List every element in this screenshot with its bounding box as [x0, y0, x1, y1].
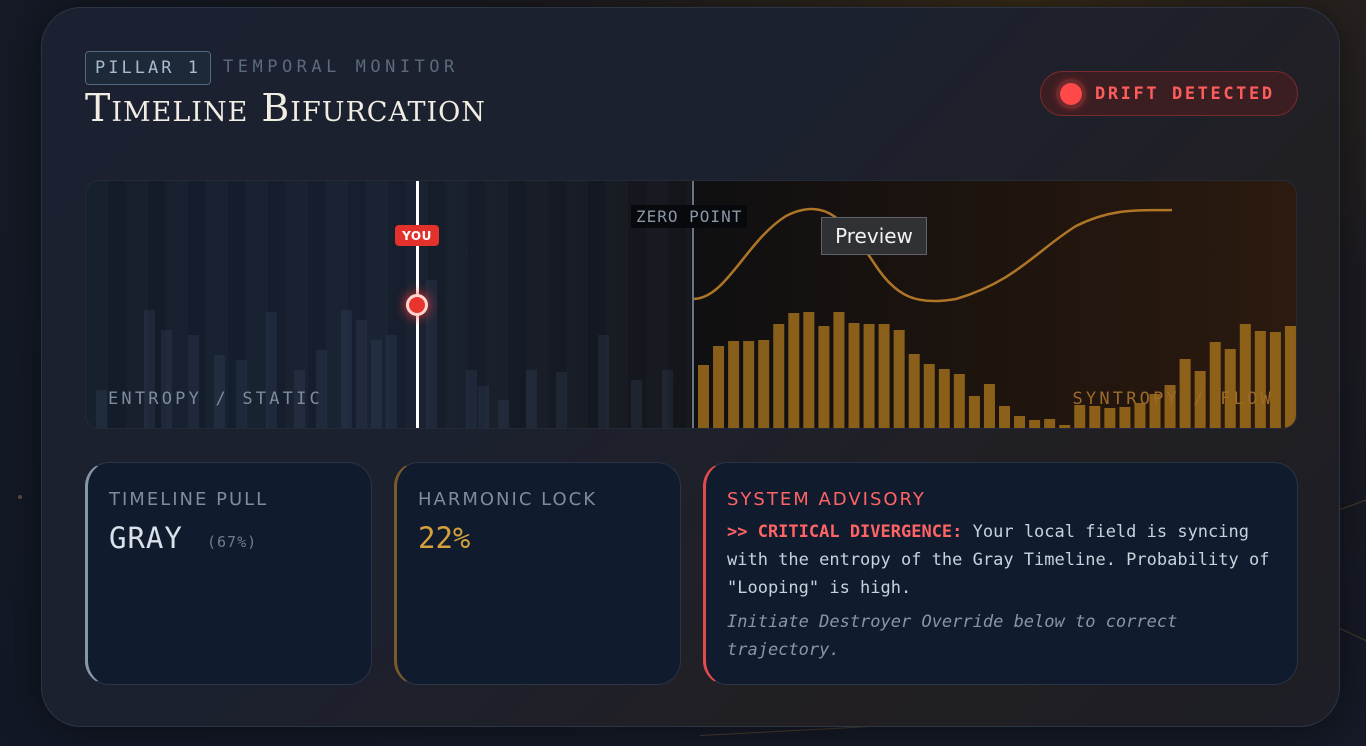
system-advisory-panel: SYSTEM ADVISORY >> CRITICAL DIVERGENCE: …: [703, 462, 1298, 685]
background-star: [18, 495, 22, 499]
timeline-pull-panel: TIMELINE PULL GRAY (67%): [85, 462, 372, 685]
entropy-bar: [526, 370, 537, 428]
timeline-pull-percent: (67%): [207, 533, 258, 551]
entropy-bar: [188, 335, 199, 428]
timeline-pull-value: GRAY: [109, 521, 183, 555]
entropy-bar: [631, 380, 642, 428]
syntropy-bar: [1119, 407, 1131, 428]
advisory-note: Initiate Destroyer Override below to cor…: [727, 612, 1178, 660]
drift-detected-button[interactable]: DRIFT DETECTED: [1040, 71, 1298, 116]
syntropy-bar: [788, 313, 800, 428]
syntropy-bar: [938, 369, 950, 428]
syntropy-bar: [818, 326, 830, 428]
entropy-bar: [598, 335, 609, 428]
page-title: Timeline Bifurcation: [85, 86, 486, 130]
drift-detected-label: DRIFT DETECTED: [1095, 83, 1275, 104]
syntropy-bar: [1254, 331, 1266, 428]
entropy-bar: [144, 310, 155, 428]
syntropy-bar: [1209, 342, 1221, 428]
syntropy-bar: [1029, 420, 1041, 428]
syntropy-bar: [713, 346, 725, 428]
alert-indicator-icon: [1060, 82, 1082, 105]
syntropy-label: SYNTROPY / FLOW: [1072, 389, 1274, 409]
harmonic-lock-value: 22%: [418, 521, 471, 555]
syntropy-bar: [758, 340, 770, 428]
zero-point-label: ZERO POINT: [631, 205, 748, 228]
syntropy-bar: [1014, 416, 1026, 428]
syntropy-bar: [1059, 425, 1071, 428]
syntropy-bar: [803, 312, 815, 428]
entropy-bar: [498, 400, 509, 428]
harmonic-lock-title: HARMONIC LOCK: [418, 489, 598, 510]
entropy-bar: [96, 390, 107, 428]
syntropy-bar: [728, 341, 740, 428]
syntropy-bar: [1044, 419, 1056, 428]
syntropy-bar: [999, 406, 1010, 428]
entropy-bar: [266, 312, 277, 428]
entropy-bar: [466, 370, 477, 428]
syntropy-bar: [893, 330, 905, 428]
syntropy-bar: [698, 365, 709, 428]
you-marker-handle[interactable]: [406, 294, 428, 316]
syntropy-bar: [1239, 324, 1251, 428]
syntropy-bar: [1269, 332, 1281, 428]
critical-divergence-label: >> CRITICAL DIVERGENCE:: [727, 522, 963, 542]
entropy-bar: [371, 340, 382, 428]
entropy-label: ENTROPY / STATIC: [108, 389, 323, 409]
entropy-bar: [161, 330, 172, 428]
monitor-label: TEMPORAL MONITOR: [223, 57, 459, 77]
syntropy-bar: [908, 354, 920, 428]
preview-tooltip: Preview: [821, 217, 927, 255]
pillar-tag: PILLAR 1: [85, 51, 211, 85]
syntropy-bar: [983, 384, 995, 428]
syntropy-bar: [848, 323, 860, 428]
syntropy-bar: [968, 396, 980, 428]
entropy-bar: [478, 386, 489, 428]
syntropy-bar: [953, 374, 965, 428]
timeline-visualizer[interactable]: ZERO POINT YOU ENTROPY / STATIC SYNTROPY…: [85, 180, 1297, 429]
syntropy-bar: [923, 364, 935, 428]
entropy-bar: [356, 320, 367, 428]
entropy-bar: [386, 335, 397, 428]
syntropy-bar: [1089, 406, 1101, 428]
syntropy-bar: [878, 324, 890, 428]
timeline-pull-title: TIMELINE PULL: [109, 489, 269, 510]
system-advisory-title: SYSTEM ADVISORY: [727, 489, 926, 510]
harmonic-lock-panel: HARMONIC LOCK 22%: [394, 462, 681, 685]
you-badge: YOU: [395, 225, 439, 246]
entropy-bar: [556, 372, 567, 428]
entropy-bar: [662, 370, 673, 428]
syntropy-wave: [692, 207, 1173, 303]
syntropy-bar: [1284, 326, 1296, 428]
syntropy-bar: [1104, 408, 1116, 428]
syntropy-bar: [863, 324, 875, 428]
entropy-bar: [341, 310, 352, 428]
syntropy-bar: [833, 312, 845, 428]
syntropy-bar: [743, 341, 755, 428]
syntropy-bar: [773, 324, 785, 428]
advisory-message: >> CRITICAL DIVERGENCE: Your local field…: [727, 518, 1287, 602]
